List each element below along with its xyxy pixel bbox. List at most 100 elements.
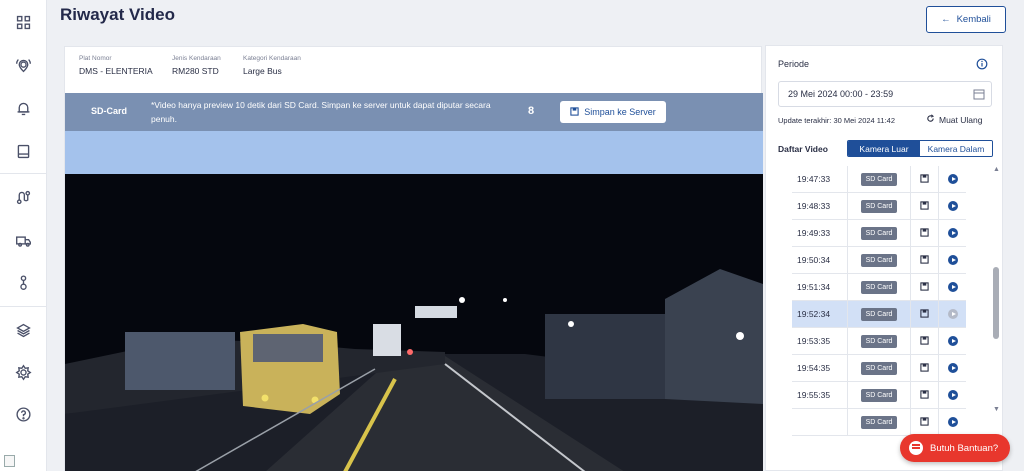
list-item-selected[interactable]: 19:52:34 SD Card bbox=[792, 301, 966, 328]
vehicle-category-value: Large Bus bbox=[243, 66, 282, 76]
sd-card-notice-bar: SD-Card *Video hanya preview 10 detik da… bbox=[65, 93, 763, 131]
sd-card-label: SD-Card bbox=[91, 106, 128, 116]
scroll-up-arrow-icon[interactable]: ▲ bbox=[993, 166, 1000, 173]
source-badge: SD Card bbox=[860, 415, 898, 429]
play-icon[interactable] bbox=[947, 336, 958, 346]
video-time: 19:48:33 bbox=[792, 193, 848, 219]
video-time: 19:55:35 bbox=[792, 382, 848, 408]
list-item[interactable]: 19:53:35 SD Card bbox=[792, 328, 966, 355]
save-to-server-label: Simpan ke Server bbox=[584, 107, 656, 117]
play-icon[interactable] bbox=[947, 390, 958, 400]
route-icon[interactable] bbox=[13, 187, 33, 207]
save-icon[interactable] bbox=[920, 308, 929, 320]
video-time: 19:51:34 bbox=[792, 274, 848, 300]
help-chat-label: Butuh Bantuan? bbox=[930, 442, 999, 454]
list-item[interactable]: 19:48:33 SD Card bbox=[792, 193, 966, 220]
info-icon[interactable] bbox=[976, 57, 988, 70]
list-item[interactable]: 19:50:34 SD Card bbox=[792, 247, 966, 274]
vehicle-category-label: Kategori Kendaraan bbox=[243, 55, 301, 62]
sidebar bbox=[0, 0, 47, 471]
source-badge: SD Card bbox=[860, 280, 898, 294]
play-icon[interactable] bbox=[947, 417, 958, 427]
vehicle-category-info: Kategori Kendaraan Large Bus bbox=[243, 55, 301, 76]
sidebar-divider bbox=[0, 306, 47, 307]
list-item[interactable]: 19:49:33 SD Card bbox=[792, 220, 966, 247]
source-badge: SD Card bbox=[860, 172, 898, 186]
refresh-icon bbox=[926, 114, 935, 125]
calendar-icon[interactable] bbox=[973, 88, 985, 100]
page-title: Riwayat Video bbox=[60, 5, 175, 24]
save-icon[interactable] bbox=[920, 416, 929, 428]
chat-bubble-icon bbox=[909, 441, 923, 455]
play-icon[interactable] bbox=[947, 174, 958, 184]
date-range-value: 29 Mei 2024 00:00 - 23:59 bbox=[788, 89, 894, 99]
notice-text: *Video hanya preview 10 detik dari SD Ca… bbox=[151, 100, 491, 124]
arrow-left-icon: ← bbox=[941, 14, 951, 25]
help-chat-button[interactable]: Butuh Bantuan? bbox=[900, 434, 1010, 462]
video-time: 19:50:34 bbox=[792, 247, 848, 273]
scroll-down-arrow-icon[interactable]: ▼ bbox=[993, 406, 1000, 413]
source-badge: SD Card bbox=[860, 307, 898, 321]
save-icon[interactable] bbox=[920, 173, 929, 185]
list-item[interactable]: SD Card bbox=[792, 409, 966, 436]
video-list-title: Daftar Video bbox=[778, 144, 828, 154]
source-badge: SD Card bbox=[860, 361, 898, 375]
video-count: 8 bbox=[528, 105, 535, 117]
source-badge: SD Card bbox=[860, 199, 898, 213]
video-time: 19:53:35 bbox=[792, 328, 848, 354]
scrollbar-thumb[interactable] bbox=[993, 267, 999, 339]
list-scrollbar[interactable]: ▲ ▼ bbox=[990, 166, 1002, 416]
video-time: 19:47:33 bbox=[792, 166, 848, 192]
back-button-label: Kembali bbox=[956, 14, 991, 25]
tab-kamera-dalam[interactable]: Kamera Dalam bbox=[920, 141, 992, 156]
play-icon[interactable] bbox=[947, 201, 958, 211]
video-time bbox=[792, 409, 848, 435]
save-icon[interactable] bbox=[920, 362, 929, 374]
video-player[interactable] bbox=[65, 174, 763, 471]
truck-icon[interactable] bbox=[13, 230, 33, 250]
floppy-disk-icon bbox=[570, 106, 579, 118]
reload-button[interactable]: Muat Ulang bbox=[926, 114, 982, 125]
save-to-server-button[interactable]: Simpan ke Server bbox=[560, 101, 666, 123]
video-list-panel: Periode 29 Mei 2024 00:00 - 23:59 Update… bbox=[765, 45, 1003, 471]
save-icon[interactable] bbox=[920, 281, 929, 293]
video-time: 19:49:33 bbox=[792, 220, 848, 246]
play-icon[interactable] bbox=[947, 228, 958, 238]
save-icon[interactable] bbox=[920, 227, 929, 239]
video-time: 19:54:35 bbox=[792, 355, 848, 381]
save-icon[interactable] bbox=[920, 254, 929, 266]
tab-kamera-luar[interactable]: Kamera Luar bbox=[848, 141, 920, 156]
play-icon[interactable] bbox=[947, 282, 958, 292]
source-badge: SD Card bbox=[860, 226, 898, 240]
vehicle-type-info: Jenis Kendaraan RM280 STD bbox=[172, 55, 221, 76]
list-item[interactable]: 19:51:34 SD Card bbox=[792, 274, 966, 301]
broken-image-icon bbox=[4, 455, 15, 467]
play-icon[interactable] bbox=[947, 255, 958, 265]
dashcam-night-frame bbox=[65, 174, 763, 471]
video-time: 19:52:34 bbox=[792, 301, 848, 327]
location-tracking-icon[interactable] bbox=[13, 55, 33, 75]
plate-value: DMS - ELENTERIA bbox=[79, 66, 153, 76]
back-button[interactable]: ← Kembali bbox=[926, 6, 1006, 33]
list-item[interactable]: 19:47:33 SD Card bbox=[792, 166, 966, 193]
list-item[interactable]: 19:54:35 SD Card bbox=[792, 355, 966, 382]
sidebar-divider bbox=[0, 173, 47, 174]
layers-icon[interactable] bbox=[13, 320, 33, 340]
bell-icon[interactable] bbox=[13, 98, 33, 118]
play-icon[interactable] bbox=[947, 363, 958, 373]
help-question-icon[interactable] bbox=[13, 404, 33, 424]
plate-info: Plat Nomor DMS - ELENTERIA bbox=[79, 55, 153, 76]
book-icon[interactable] bbox=[13, 141, 33, 161]
settings-gear-icon[interactable] bbox=[13, 362, 33, 382]
driver-icon[interactable] bbox=[13, 272, 33, 292]
date-range-input[interactable]: 29 Mei 2024 00:00 - 23:59 bbox=[778, 81, 992, 107]
plate-label: Plat Nomor bbox=[79, 55, 112, 62]
vehicle-type-label: Jenis Kendaraan bbox=[172, 55, 221, 62]
save-icon[interactable] bbox=[920, 200, 929, 212]
list-item[interactable]: 19:55:35 SD Card bbox=[792, 382, 966, 409]
vehicle-type-value: RM280 STD bbox=[172, 66, 219, 76]
save-icon[interactable] bbox=[920, 389, 929, 401]
save-icon[interactable] bbox=[920, 335, 929, 347]
dashboard-grid-icon[interactable] bbox=[13, 12, 33, 32]
reload-label: Muat Ulang bbox=[939, 114, 983, 125]
